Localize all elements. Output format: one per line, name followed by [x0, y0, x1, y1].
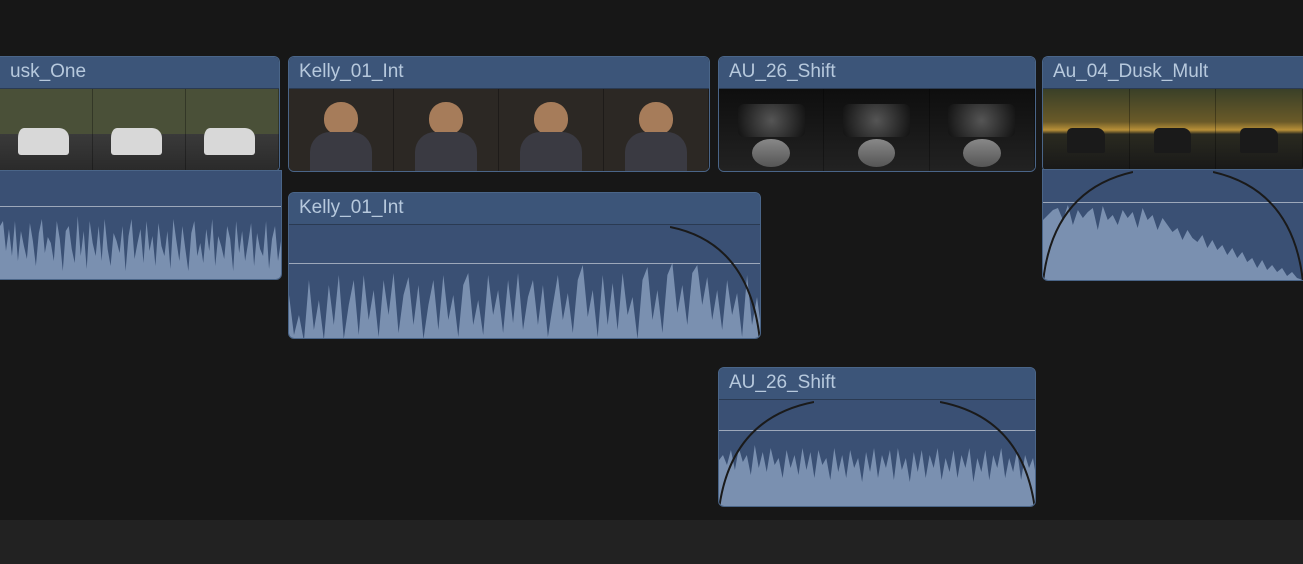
video-clip-kelly-01-int[interactable]: Kelly_01_Int: [288, 56, 710, 172]
video-clip-au-26-shift[interactable]: AU_26_Shift: [718, 56, 1036, 172]
clip-thumbnails: [1043, 89, 1303, 171]
audio-attached-dusk-mult[interactable]: [1042, 169, 1303, 281]
video-clip-au-04-dusk-mult[interactable]: Au_04_Dusk_Mult: [1042, 56, 1303, 172]
video-clip-usk-one[interactable]: usk_One: [0, 56, 280, 172]
audio-clip-title: Kelly_01_Int: [289, 193, 760, 225]
clip-title: usk_One: [0, 57, 279, 89]
audio-detached-kelly-01-int[interactable]: Kelly_01_Int: [288, 192, 761, 339]
audio-clip-title: AU_26_Shift: [719, 368, 1035, 400]
clip-thumbnails: [0, 89, 279, 171]
audio-attached-usk-one[interactable]: [0, 170, 282, 280]
timeline-area[interactable]: usk_One Kelly_01_Int AU_26_Shift Au_04_D…: [0, 0, 1303, 520]
clip-thumbnails: [289, 89, 709, 171]
audio-detached-au-26-shift[interactable]: AU_26_Shift: [718, 367, 1036, 507]
clip-title: AU_26_Shift: [719, 57, 1035, 89]
clip-thumbnails: [719, 89, 1035, 171]
bottom-bar: [0, 520, 1303, 564]
clip-title: Au_04_Dusk_Mult: [1043, 57, 1303, 89]
clip-title: Kelly_01_Int: [289, 57, 709, 89]
